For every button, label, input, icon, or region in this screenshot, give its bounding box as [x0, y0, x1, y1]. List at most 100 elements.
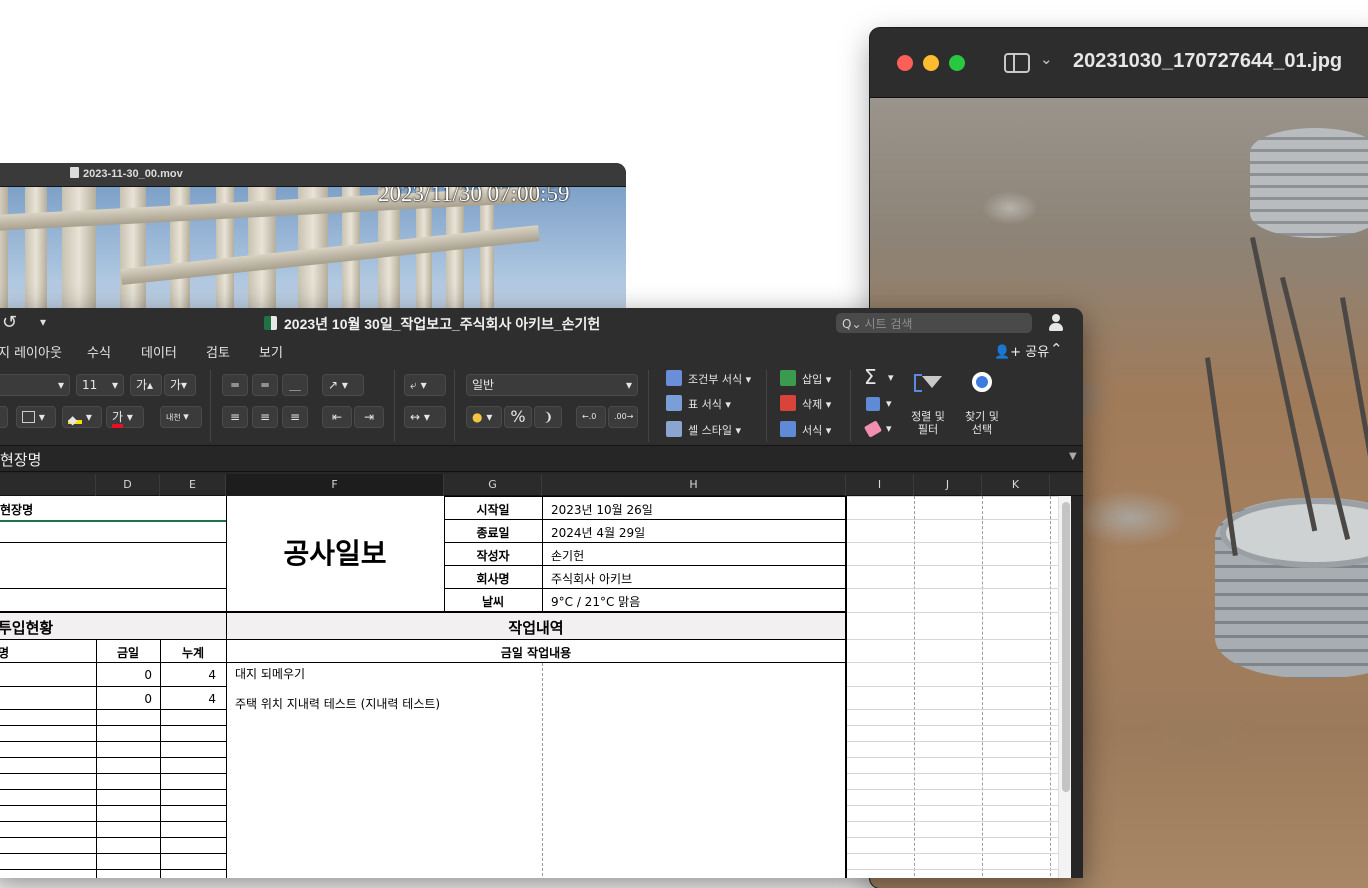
- merge-center-button[interactable]: ↔ ▾: [404, 406, 446, 428]
- column-header-f[interactable]: F: [226, 474, 444, 496]
- cell-style-button[interactable]: 셀 스타일 ▾: [688, 422, 741, 438]
- format-button[interactable]: 서식 ▾: [802, 422, 831, 438]
- tab-data[interactable]: 데이터: [141, 342, 177, 361]
- column-header-e[interactable]: E: [160, 474, 226, 496]
- autosum-dropdown-icon[interactable]: ▾: [888, 371, 894, 384]
- fill-down-icon[interactable]: [866, 397, 880, 411]
- tab-formulas[interactable]: 수식: [87, 342, 111, 361]
- increase-decimal-button[interactable]: ←.0: [576, 406, 606, 428]
- borders-button[interactable]: ▾: [16, 406, 56, 428]
- column-header-c[interactable]: [0, 474, 96, 496]
- info-label-company[interactable]: 회사명: [444, 570, 542, 587]
- row2-cumulative[interactable]: 4: [160, 692, 216, 706]
- report-title[interactable]: 공사일보: [226, 532, 444, 572]
- font-name-select[interactable]: ▾: [0, 374, 70, 396]
- wrap-text-button[interactable]: ⤶ ▾: [404, 374, 446, 396]
- sort-filter-button[interactable]: 정렬 및필터: [906, 410, 950, 436]
- clear-dropdown-icon[interactable]: ▾: [886, 422, 892, 435]
- formula-bar-value[interactable]: 현장명: [0, 449, 41, 470]
- table-format-button[interactable]: 표 서식 ▾: [688, 396, 731, 412]
- fill-color-button[interactable]: ◆ ▾: [62, 406, 102, 428]
- excel-window[interactable]: ↺ ▾ 2023년 10월 30일_작업보고_주식회사 아키브_손기헌 Q⌄시트…: [0, 308, 1083, 878]
- tab-review[interactable]: 검토: [206, 342, 230, 361]
- grow-font-button[interactable]: 가▴: [130, 374, 162, 396]
- column-header-k[interactable]: K: [982, 474, 1050, 496]
- clear-eraser-icon[interactable]: [864, 420, 882, 437]
- share-button[interactable]: 👤+ 공유: [994, 341, 1049, 360]
- work-item-1[interactable]: 대지 되메우기: [235, 665, 305, 682]
- decrease-indent-button[interactable]: ⇤: [322, 406, 352, 428]
- decrease-decimal-button[interactable]: .00→: [608, 406, 638, 428]
- info-label-author[interactable]: 작성자: [444, 547, 542, 564]
- align-right-button[interactable]: ≡: [282, 406, 308, 428]
- quick-access-dropdown-icon[interactable]: ▾: [40, 315, 46, 329]
- info-label-start[interactable]: 시작일: [444, 501, 542, 518]
- account-icon[interactable]: [1048, 312, 1066, 332]
- worksheet-grid[interactable]: 현장명 공사일보 시작일 종료일 작성자 회사명 날씨 2023년 10월 26…: [0, 496, 1071, 878]
- info-value-weather[interactable]: 9°C / 21°C 맑음: [551, 593, 640, 610]
- fill-dropdown-icon[interactable]: ▾: [886, 397, 892, 410]
- chevron-down-icon[interactable]: ⌄: [1040, 50, 1053, 68]
- info-value-company[interactable]: 주식회사 아키브: [551, 570, 632, 587]
- align-left-button[interactable]: ≡: [222, 406, 248, 428]
- conditional-format-button[interactable]: 조건부 서식 ▾: [688, 371, 751, 387]
- column-header-j[interactable]: J: [914, 474, 982, 496]
- close-window-button[interactable]: [897, 55, 913, 71]
- info-label-weather[interactable]: 날씨: [444, 593, 542, 610]
- tab-view[interactable]: 보기: [259, 342, 283, 361]
- column-header-g[interactable]: G: [444, 474, 542, 496]
- column-header-d[interactable]: D: [96, 474, 160, 496]
- percent-style-button[interactable]: %: [504, 406, 532, 428]
- formula-bar[interactable]: 현장명 ▼: [0, 446, 1083, 472]
- collapse-ribbon-icon[interactable]: ⌃: [1050, 340, 1063, 358]
- row1-today[interactable]: 0: [96, 668, 152, 682]
- tab-page-layout[interactable]: 지 레이아웃: [0, 342, 62, 361]
- header-today[interactable]: 금일: [96, 644, 160, 661]
- font-size-select[interactable]: 11▾: [76, 374, 124, 396]
- italic-underline-dropdown[interactable]: ▾: [0, 406, 8, 428]
- row2-today[interactable]: 0: [96, 692, 152, 706]
- accounting-format-button[interactable]: ● ▾: [466, 406, 502, 428]
- insert-button[interactable]: 삽입 ▾: [802, 371, 831, 387]
- info-value-end[interactable]: 2024년 4월 29일: [551, 524, 645, 541]
- comma-style-button[interactable]: ❩: [534, 406, 562, 428]
- video-player-window[interactable]: 2023-11-30_00.mov 2023/11/30 07:00:59: [0, 163, 626, 323]
- section-input-status[interactable]: 투입현황: [0, 617, 53, 638]
- font-color-button[interactable]: 가 ▾: [106, 406, 144, 428]
- phonetic-guide-button[interactable]: 내천 ▾: [160, 406, 202, 428]
- align-middle-button[interactable]: ═: [252, 374, 278, 396]
- header-cumulative[interactable]: 누계: [160, 644, 226, 661]
- minimize-window-button[interactable]: [923, 55, 939, 71]
- work-item-2[interactable]: 주택 위치 지내력 테스트 (지내력 테스트): [235, 695, 440, 712]
- align-top-button[interactable]: ═: [222, 374, 248, 396]
- orientation-button[interactable]: ↗ ▾: [322, 374, 364, 396]
- find-select-icon[interactable]: [970, 370, 1000, 400]
- column-header-h[interactable]: H: [542, 474, 846, 496]
- zoom-window-button[interactable]: [949, 55, 965, 71]
- info-label-end[interactable]: 종료일: [444, 524, 542, 541]
- left-header-name[interactable]: 명: [0, 644, 9, 661]
- align-bottom-button[interactable]: ＿: [282, 374, 308, 396]
- vertical-scrollbar[interactable]: [1058, 496, 1071, 878]
- increase-indent-button[interactable]: ⇥: [354, 406, 384, 428]
- shrink-font-button[interactable]: 가▾: [164, 374, 196, 396]
- sort-filter-icon[interactable]: [914, 372, 942, 400]
- align-center-button[interactable]: ≡: [252, 406, 278, 428]
- scrollbar-thumb[interactable]: [1062, 502, 1070, 792]
- info-value-start[interactable]: 2023년 10월 26일: [551, 501, 653, 518]
- delete-button[interactable]: 삭제 ▾: [802, 396, 831, 412]
- header-today-work[interactable]: 금일 작업내용: [226, 644, 846, 661]
- number-format-select[interactable]: 일반▾: [466, 374, 638, 396]
- autosum-icon[interactable]: Σ: [864, 365, 877, 389]
- undo-icon[interactable]: ↺: [2, 312, 17, 333]
- info-value-author[interactable]: 손기헌: [551, 547, 584, 564]
- section-work-history[interactable]: 작업내역: [226, 617, 846, 638]
- align-bottom-icon: ＿: [289, 378, 301, 392]
- expand-formula-bar-icon[interactable]: ▼: [1069, 451, 1077, 462]
- row1-cumulative[interactable]: 4: [160, 668, 216, 682]
- sheet-search-input[interactable]: Q⌄시트 검색: [836, 313, 1032, 333]
- site-name-label[interactable]: 현장명: [0, 501, 33, 518]
- sidebar-toggle-icon[interactable]: [1004, 53, 1030, 73]
- column-header-i[interactable]: I: [846, 474, 914, 496]
- find-select-button[interactable]: 찾기 및선택: [960, 410, 1004, 436]
